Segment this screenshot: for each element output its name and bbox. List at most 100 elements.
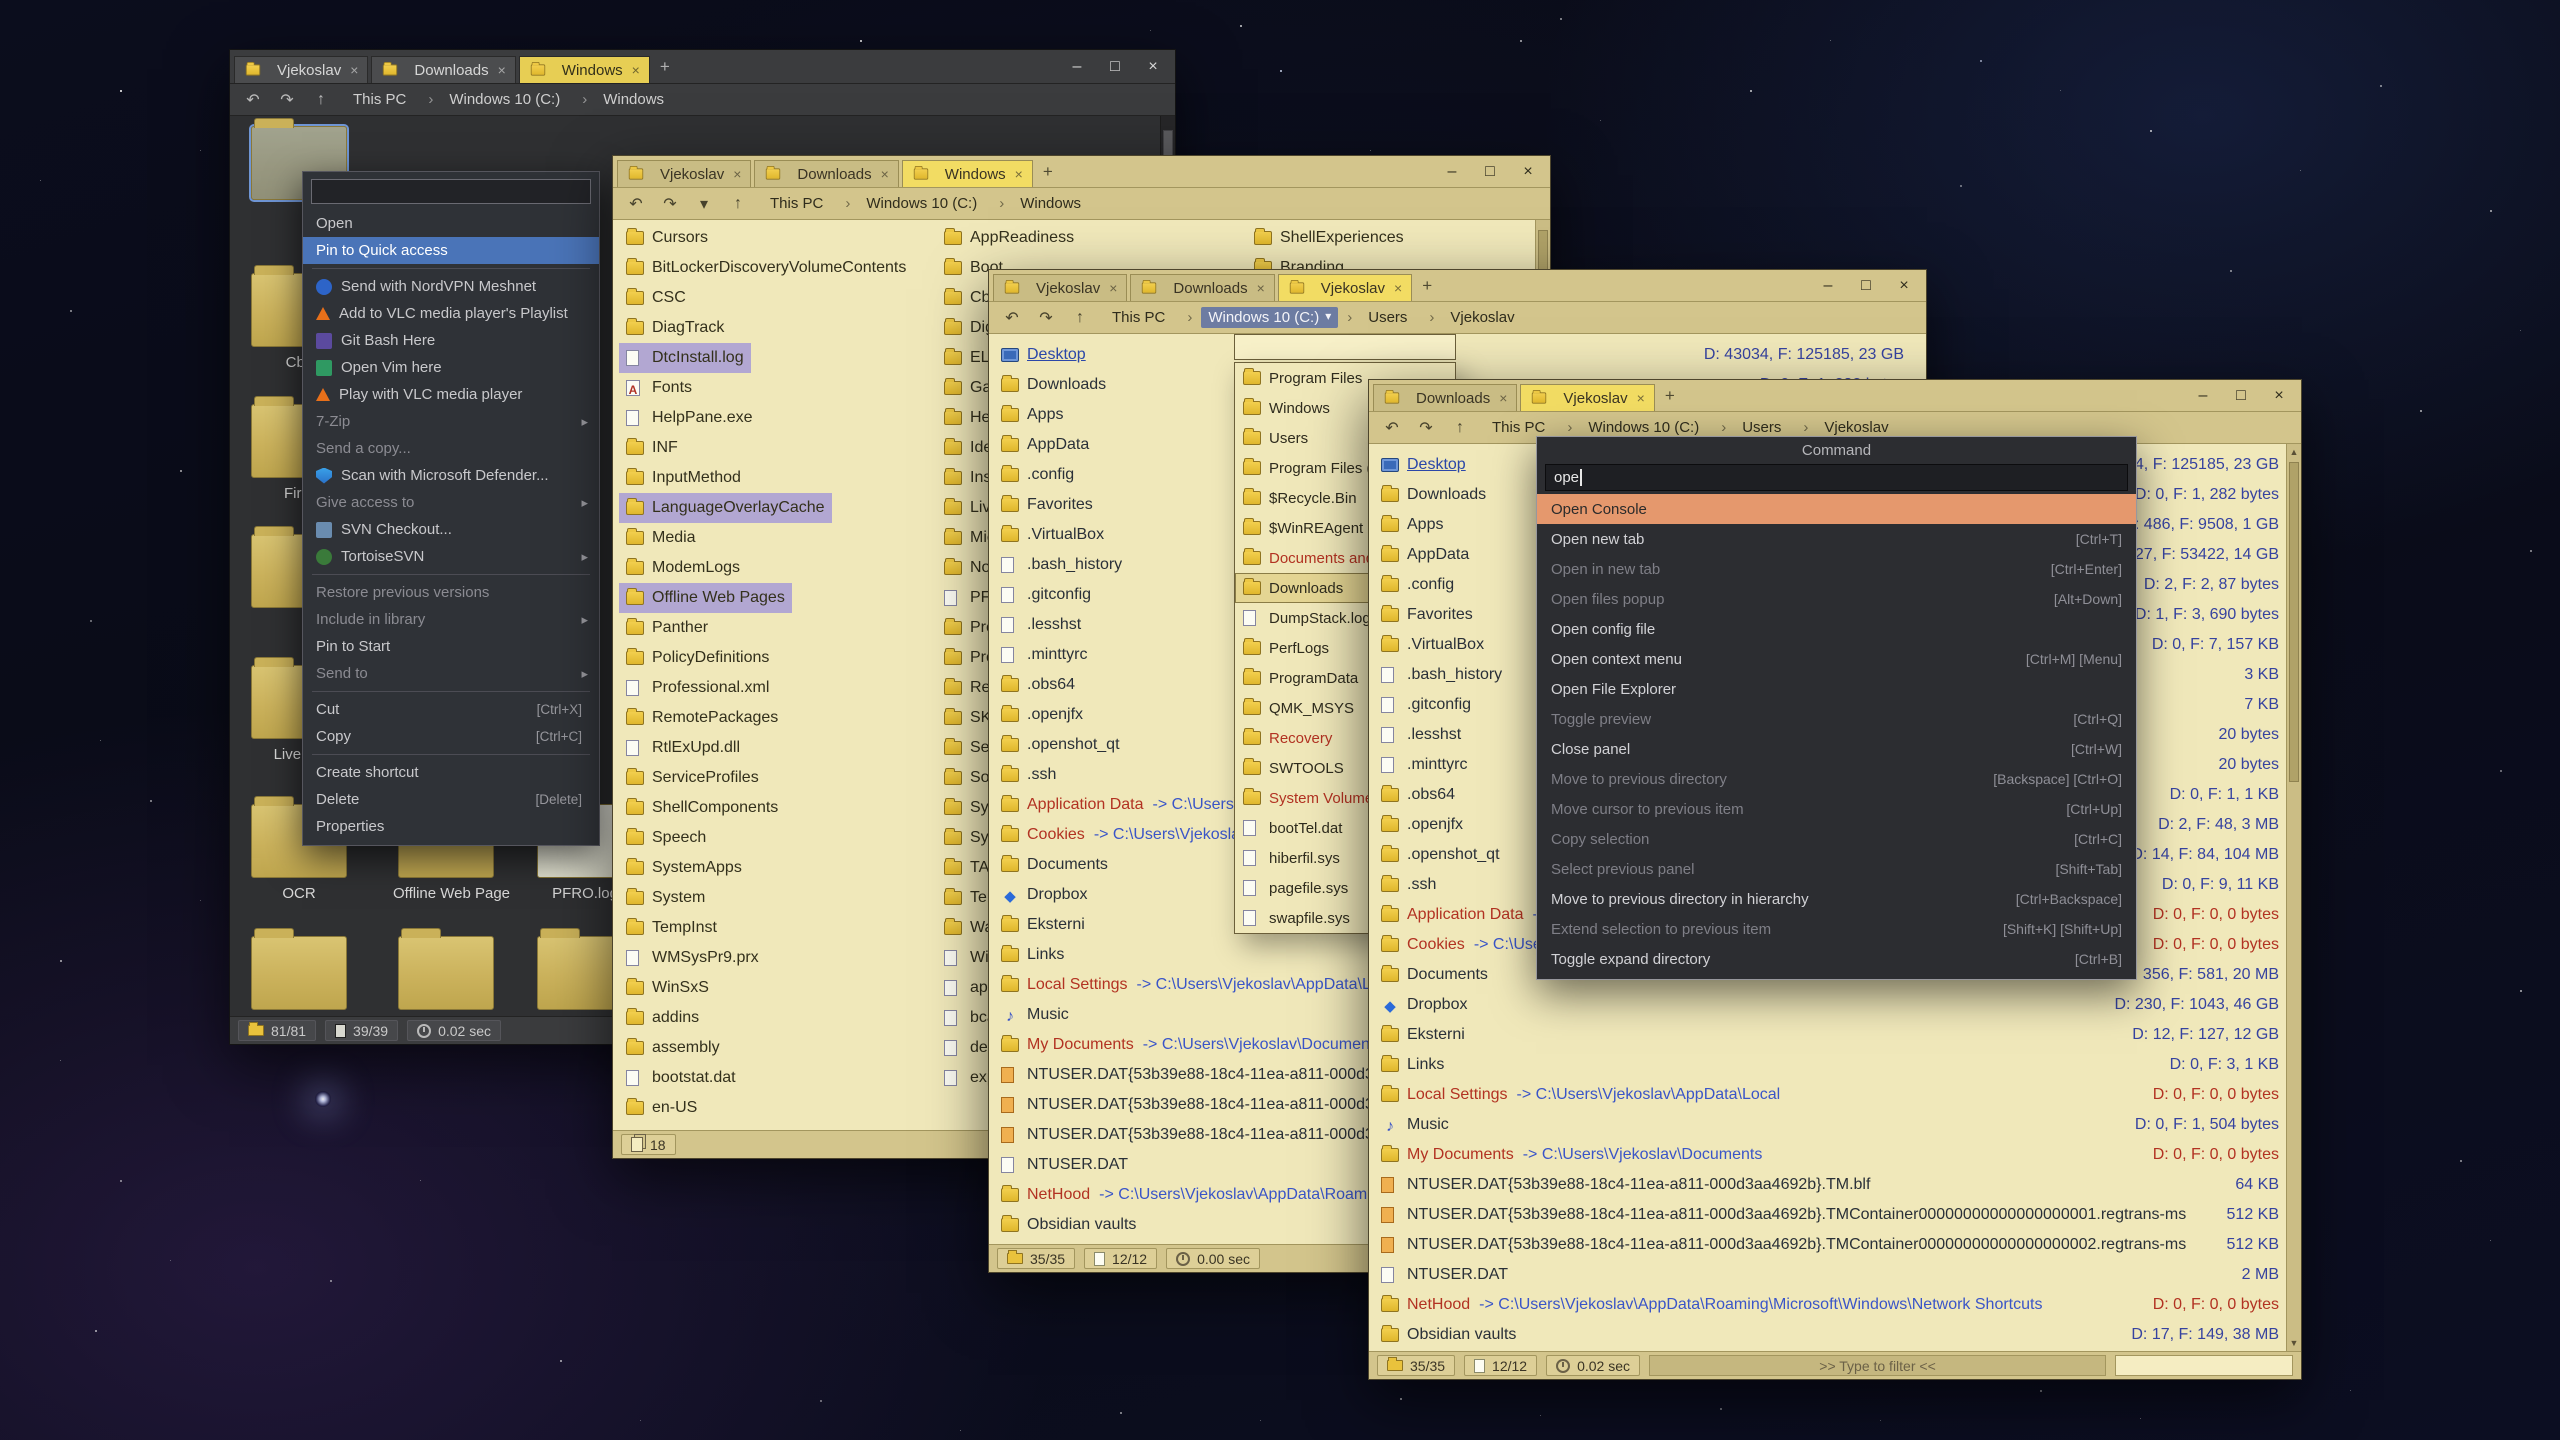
palette-item[interactable]: Toggle preview [Ctrl+Q] xyxy=(1537,704,2136,734)
context-menu-item[interactable]: Give access to ▸ xyxy=(303,489,599,516)
forward-button[interactable]: ↷ xyxy=(1411,416,1441,440)
context-menu-item[interactable]: Open xyxy=(303,210,599,237)
maximize-button[interactable]: □ xyxy=(1472,157,1508,187)
file-row[interactable]: InputMethod xyxy=(619,463,748,493)
minimize-button[interactable]: – xyxy=(1434,157,1470,187)
file-row[interactable]: Obsidian vaults D: 17, F: 149, 38 MB xyxy=(1381,1320,2279,1350)
new-tab-button[interactable]: + xyxy=(1657,386,1683,406)
file-row[interactable]: RemotePackages xyxy=(619,703,785,733)
back-button[interactable]: ↶ xyxy=(238,88,268,112)
file-row[interactable]: Eksterni D: 12, F: 127, 12 GB xyxy=(1381,1020,2279,1050)
file-row[interactable]: ShellExperiences xyxy=(1247,223,1411,253)
file-row[interactable]: RtlExUpd.dll xyxy=(619,733,747,763)
context-menu-item[interactable] xyxy=(303,264,599,273)
folder-tile[interactable] xyxy=(246,936,352,1016)
palette-item[interactable]: Open context menu [Ctrl+M] [Menu] xyxy=(1537,644,2136,674)
tab-close-icon[interactable] xyxy=(1637,390,1645,406)
context-menu-item[interactable] xyxy=(303,687,599,696)
context-menu-item[interactable]: Pin to Start xyxy=(303,633,599,660)
minimize-button[interactable]: – xyxy=(1810,271,1846,301)
close-button[interactable]: × xyxy=(1510,157,1546,187)
tab[interactable]: Vjekoslav xyxy=(234,56,368,83)
file-row[interactable]: NetHood -> C:\Users\Vjekoslav\AppData\Ro… xyxy=(1381,1290,2279,1320)
palette-item[interactable]: Copy selection [Ctrl+C] xyxy=(1537,824,2136,854)
breadcrumb-item[interactable]: Users xyxy=(1712,417,1794,438)
context-menu-item[interactable]: Play with VLC media player xyxy=(303,381,599,408)
folder-tile[interactable] xyxy=(393,936,499,1016)
context-menu-item[interactable]: Include in library ▸ xyxy=(303,606,599,633)
file-row[interactable]: DtcInstall.log xyxy=(619,343,751,373)
palette-item[interactable]: Move cursor to previous item [Ctrl+Up] xyxy=(1537,794,2136,824)
tab[interactable]: Downloads xyxy=(1373,384,1517,411)
file-row[interactable]: AppReadiness xyxy=(937,223,1081,253)
context-menu-item[interactable]: Delete [Delete] xyxy=(303,786,599,813)
back-button[interactable]: ↶ xyxy=(1377,416,1407,440)
close-button[interactable]: × xyxy=(2261,381,2297,411)
breadcrumb-item[interactable]: This PC xyxy=(1485,417,1558,438)
file-row[interactable]: Dropbox D: 230, F: 1043, 46 GB xyxy=(1381,990,2279,1020)
close-button[interactable]: × xyxy=(1886,271,1922,301)
file-row[interactable]: NTUSER.DAT{53b39e88-18c4-11ea-a811-000d3… xyxy=(1381,1170,2279,1200)
minimize-button[interactable]: – xyxy=(2185,381,2221,411)
tab[interactable]: Downloads xyxy=(371,56,515,83)
context-menu-item[interactable]: Send to ▸ xyxy=(303,660,599,687)
context-menu-item[interactable] xyxy=(303,570,599,579)
scrollbar-thumb[interactable] xyxy=(2289,462,2299,782)
palette-item[interactable]: Move to previous directory in hierarchy … xyxy=(1537,884,2136,914)
up-button[interactable]: ↑ xyxy=(723,192,753,216)
context-menu-item[interactable]: TortoiseSVN ▸ xyxy=(303,543,599,570)
forward-button[interactable]: ↷ xyxy=(1031,306,1061,330)
filter-input[interactable]: >> Type to filter << xyxy=(1649,1355,2106,1376)
palette-item[interactable]: Open File Explorer xyxy=(1537,674,2136,704)
palette-item[interactable]: Close panel [Ctrl+W] xyxy=(1537,734,2136,764)
breadcrumb-item[interactable]: Users xyxy=(1338,307,1420,328)
new-tab-button[interactable]: + xyxy=(1414,276,1440,296)
context-menu-item[interactable]: Scan with Microsoft Defender... xyxy=(303,462,599,489)
file-row[interactable]: DiagTrack xyxy=(619,313,731,343)
palette-search-input[interactable]: ope xyxy=(1545,464,2128,491)
path-edit-input[interactable] xyxy=(1234,334,1456,360)
file-row[interactable]: LanguageOverlayCache xyxy=(619,493,832,523)
file-row[interactable]: TempInst xyxy=(619,913,724,943)
tab-close-icon[interactable] xyxy=(632,62,640,78)
tab-close-icon[interactable] xyxy=(498,62,506,78)
file-row[interactable]: Fonts xyxy=(619,373,699,403)
tab-close-icon[interactable] xyxy=(1015,166,1023,182)
file-row[interactable]: Speech xyxy=(619,823,713,853)
new-tab-button[interactable]: + xyxy=(652,57,678,77)
maximize-button[interactable]: □ xyxy=(2223,381,2259,411)
breadcrumb-item[interactable]: Windows 10 (C:) xyxy=(419,89,573,110)
file-row[interactable]: My Documents -> C:\Users\Vjekoslav\Docum… xyxy=(1381,1140,2279,1170)
breadcrumb-item[interactable]: Windows 10 (C:) xyxy=(836,193,990,214)
forward-button[interactable]: ↷ xyxy=(655,192,685,216)
tab-close-icon[interactable] xyxy=(1109,280,1117,296)
tab[interactable]: Vjekoslav xyxy=(993,274,1127,301)
file-row[interactable]: addins xyxy=(619,1003,706,1033)
file-row[interactable]: Media xyxy=(619,523,703,553)
close-button[interactable]: × xyxy=(1135,52,1171,82)
context-menu-item[interactable] xyxy=(303,750,599,759)
context-menu-item[interactable]: Restore previous versions xyxy=(303,579,599,606)
breadcrumb-item[interactable]: This PC xyxy=(1105,307,1178,328)
tab[interactable]: Windows xyxy=(519,56,650,83)
palette-item[interactable]: Move to previous directory [Backspace] [… xyxy=(1537,764,2136,794)
tab[interactable]: Vjekoslav xyxy=(617,160,751,187)
file-row[interactable]: Offline Web Pages xyxy=(619,583,792,613)
maximize-button[interactable]: □ xyxy=(1848,271,1884,301)
file-row[interactable]: en-US xyxy=(619,1093,704,1123)
up-button[interactable]: ↑ xyxy=(1445,416,1475,440)
context-menu-item[interactable]: Copy [Ctrl+C] xyxy=(303,723,599,750)
scroll-down-icon[interactable]: ▼ xyxy=(2287,1335,2301,1351)
vertical-scrollbar[interactable]: ▲ ▼ xyxy=(2286,444,2301,1351)
breadcrumb-item[interactable]: Windows xyxy=(990,193,1094,214)
up-button[interactable]: ↑ xyxy=(306,88,336,112)
file-row[interactable]: WinSxS xyxy=(619,973,716,1003)
file-row[interactable]: NTUSER.DAT{53b39e88-18c4-11ea-a811-000d3… xyxy=(1381,1200,2279,1230)
forward-button[interactable]: ↷ xyxy=(272,88,302,112)
tab-close-icon[interactable] xyxy=(881,166,889,182)
context-menu-item[interactable]: Send a copy... xyxy=(303,435,599,462)
breadcrumb-item[interactable]: Windows xyxy=(573,89,677,110)
breadcrumb-item[interactable]: Vjekoslav xyxy=(1794,417,1901,438)
context-menu-item[interactable]: Pin to Quick access xyxy=(303,237,599,264)
scroll-up-icon[interactable]: ▲ xyxy=(2287,444,2301,460)
